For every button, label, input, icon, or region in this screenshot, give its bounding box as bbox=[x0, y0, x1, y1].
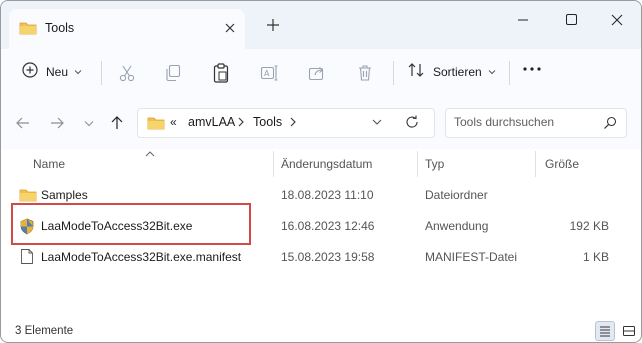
breadcrumb-item-amvlaa[interactable]: amvLAA bbox=[188, 115, 235, 129]
sort-button[interactable]: Sortieren bbox=[407, 61, 496, 82]
address-bar[interactable]: « amvLAA Tools bbox=[137, 108, 435, 138]
minimize-icon[interactable] bbox=[503, 7, 543, 33]
chevron-right-icon[interactable] bbox=[288, 115, 298, 132]
tab-tools[interactable]: Tools bbox=[9, 9, 245, 49]
column-header-date[interactable]: Änderungsdatum bbox=[281, 157, 372, 171]
tab-title: Tools bbox=[45, 21, 75, 35]
refresh-icon[interactable] bbox=[404, 114, 420, 133]
paste-icon[interactable] bbox=[211, 62, 231, 84]
folder-icon bbox=[147, 115, 165, 134]
more-options-icon[interactable] bbox=[521, 65, 543, 73]
file-date: 15.08.2023 19:58 bbox=[281, 250, 375, 264]
svg-text:A: A bbox=[264, 69, 270, 78]
file-type: Dateiordner bbox=[425, 188, 488, 202]
sort-up-chevron-icon bbox=[145, 147, 155, 161]
details-view-icon[interactable] bbox=[595, 321, 615, 341]
address-history-chevron-icon[interactable] bbox=[370, 115, 384, 132]
search-box[interactable]: Tools durchsuchen bbox=[445, 108, 627, 138]
column-header-name[interactable]: Name bbox=[33, 157, 65, 171]
copy-icon[interactable] bbox=[163, 63, 183, 83]
column-header-type[interactable]: Typ bbox=[425, 157, 444, 171]
command-bar: Neu A Sortieren bbox=[1, 49, 641, 98]
file-date: 16.08.2023 12:46 bbox=[281, 219, 375, 233]
divider bbox=[393, 61, 394, 85]
navigation-bar: « amvLAA Tools Tools durchsuchen bbox=[1, 97, 641, 149]
forward-arrow-icon[interactable] bbox=[47, 113, 67, 133]
trash-icon[interactable] bbox=[355, 63, 375, 83]
divider bbox=[101, 61, 102, 85]
file-name: LaaModeToAccess32Bit.exe.manifest bbox=[41, 250, 242, 264]
chevron-right-icon[interactable] bbox=[236, 115, 246, 132]
close-tab-icon[interactable] bbox=[221, 19, 239, 37]
sort-label: Sortieren bbox=[433, 64, 482, 79]
tiles-view-icon[interactable] bbox=[619, 321, 639, 341]
rename-icon[interactable]: A bbox=[259, 63, 279, 83]
chevron-down-icon bbox=[488, 65, 496, 79]
column-divider[interactable] bbox=[535, 151, 536, 177]
file-icon bbox=[20, 248, 34, 268]
new-label: Neu bbox=[46, 64, 69, 79]
file-date: 18.08.2023 11:10 bbox=[281, 188, 374, 202]
folder-icon bbox=[19, 20, 37, 39]
file-name: Samples bbox=[41, 188, 88, 202]
breadcrumb-item-tools[interactable]: Tools bbox=[253, 115, 282, 129]
back-arrow-icon[interactable] bbox=[13, 113, 33, 133]
new-button[interactable]: Neu bbox=[21, 61, 82, 82]
file-size: 192 KB bbox=[569, 219, 609, 233]
search-icon[interactable] bbox=[602, 115, 618, 134]
maximize-icon[interactable] bbox=[551, 7, 591, 33]
file-row-manifest[interactable]: LaaModeToAccess32Bit.exe.manifest 15.08.… bbox=[1, 242, 641, 272]
column-header-size[interactable]: Größe bbox=[545, 157, 579, 171]
file-type: Anwendung bbox=[425, 219, 489, 233]
chevron-down-icon bbox=[74, 65, 82, 79]
up-arrow-icon[interactable] bbox=[107, 113, 127, 133]
recent-chevron-icon[interactable] bbox=[79, 113, 99, 133]
search-input[interactable]: Tools durchsuchen bbox=[454, 115, 554, 129]
close-window-icon[interactable] bbox=[597, 7, 637, 33]
cut-icon[interactable] bbox=[117, 63, 137, 83]
highlight-box bbox=[11, 203, 251, 245]
status-item-count: 3 Elemente bbox=[15, 325, 74, 337]
breadcrumb-overflow[interactable]: « bbox=[170, 115, 177, 129]
sort-arrows-icon bbox=[407, 61, 425, 82]
divider bbox=[509, 61, 510, 85]
file-explorer-window: Tools Neu A Sortieren « amvLAA Tools Too… bbox=[0, 0, 642, 343]
column-divider[interactable] bbox=[273, 151, 274, 177]
file-size: 1 KB bbox=[582, 250, 609, 264]
new-tab-icon[interactable] bbox=[263, 15, 283, 35]
column-divider[interactable] bbox=[417, 151, 418, 177]
title-bar: Tools bbox=[1, 1, 641, 49]
plus-circle-icon bbox=[21, 61, 39, 82]
share-icon[interactable] bbox=[307, 63, 327, 83]
file-type: MANIFEST-Datei bbox=[425, 250, 518, 264]
